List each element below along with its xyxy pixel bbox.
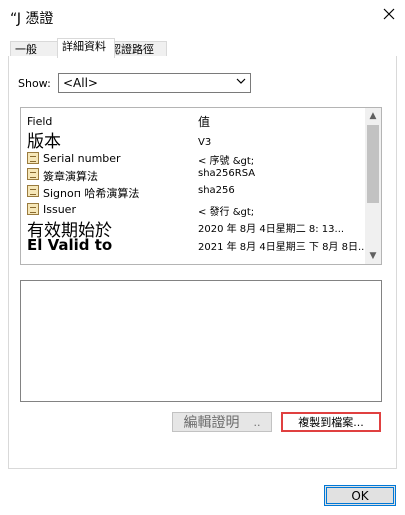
field-value: V3 xyxy=(198,137,212,148)
field-name: El Valid to xyxy=(27,236,113,254)
list-item[interactable]: El Valid to 2021 年 8月 4日星期三 下 8月 8日... xyxy=(21,236,368,254)
fields-list[interactable]: Field 值 版本 V3 Serial number < 序號 &gt; 簽章… xyxy=(20,107,382,265)
edit-properties-ellipsis: .. xyxy=(253,415,261,429)
field-name: Issuer xyxy=(43,203,76,216)
close-icon[interactable] xyxy=(378,3,400,25)
certificate-field-icon xyxy=(27,185,39,197)
certificate-field-icon xyxy=(27,168,39,180)
list-item[interactable]: 簽章演算法 sha256RSA xyxy=(21,167,361,183)
show-select[interactable]: <All> xyxy=(58,73,251,93)
window-title: “J 憑證 xyxy=(10,11,54,27)
close-icon-glyph xyxy=(383,8,395,20)
certificate-field-icon xyxy=(27,152,39,164)
edit-properties-button[interactable]: 編輯證明 .. xyxy=(172,412,272,432)
copy-to-file-button[interactable]: 複製到檔案... xyxy=(281,412,381,432)
ok-label: OK xyxy=(351,488,369,503)
show-select-value: <All> xyxy=(63,76,98,90)
field-detail-box[interactable] xyxy=(20,280,382,402)
field-name: Signoп 哈希演算法 xyxy=(43,187,140,200)
field-value: 2020 年 8月 4日星期二 8: 13... xyxy=(198,224,345,235)
tab-general[interactable]: 一般 xyxy=(10,41,58,57)
copy-to-file-label: 複製到檔案... xyxy=(298,416,364,429)
scrollbar-thumb[interactable] xyxy=(367,125,379,203)
chevron-up-icon[interactable]: ▲ xyxy=(367,110,379,122)
list-item[interactable]: Signoп 哈希演算法 sha256 xyxy=(21,184,361,200)
edit-properties-label: 編輯證明 xyxy=(183,415,240,431)
ok-button[interactable]: OK xyxy=(324,485,396,506)
show-label: Show: xyxy=(18,77,51,90)
field-name: 簽章演算法 xyxy=(43,170,98,183)
tab-certification-path-label: 認證路徑 xyxy=(110,43,154,56)
tab-details[interactable]: 詳細資料 xyxy=(57,38,115,58)
field-value: 2021 年 8月 4日星期三 下 8月 8日... xyxy=(198,242,368,253)
field-name: Serial number xyxy=(43,152,121,165)
tab-general-label: 一般 xyxy=(15,43,37,56)
vertical-scrollbar[interactable]: ▲ ▼ xyxy=(365,108,381,264)
field-name: 版本 xyxy=(27,132,61,152)
field-value: sha256RSA xyxy=(198,168,256,179)
field-value: sha256 xyxy=(198,185,235,196)
list-item[interactable]: 版本 V3 xyxy=(21,131,361,152)
field-value: < 發行 &gt; xyxy=(198,207,255,218)
tab-details-label: 詳細資料 xyxy=(62,40,106,53)
column-header-value: 值 xyxy=(198,115,211,129)
chevron-down-icon xyxy=(236,76,246,89)
list-item[interactable]: 有效期始於 2020 年 8月 4日星期二 8: 13... xyxy=(21,220,361,241)
certificate-field-icon xyxy=(27,203,39,215)
chevron-down-icon[interactable]: ▼ xyxy=(367,250,379,262)
list-item[interactable]: Serial number < 序號 &gt; xyxy=(21,151,361,167)
field-value: < 序號 &gt; xyxy=(198,156,255,167)
